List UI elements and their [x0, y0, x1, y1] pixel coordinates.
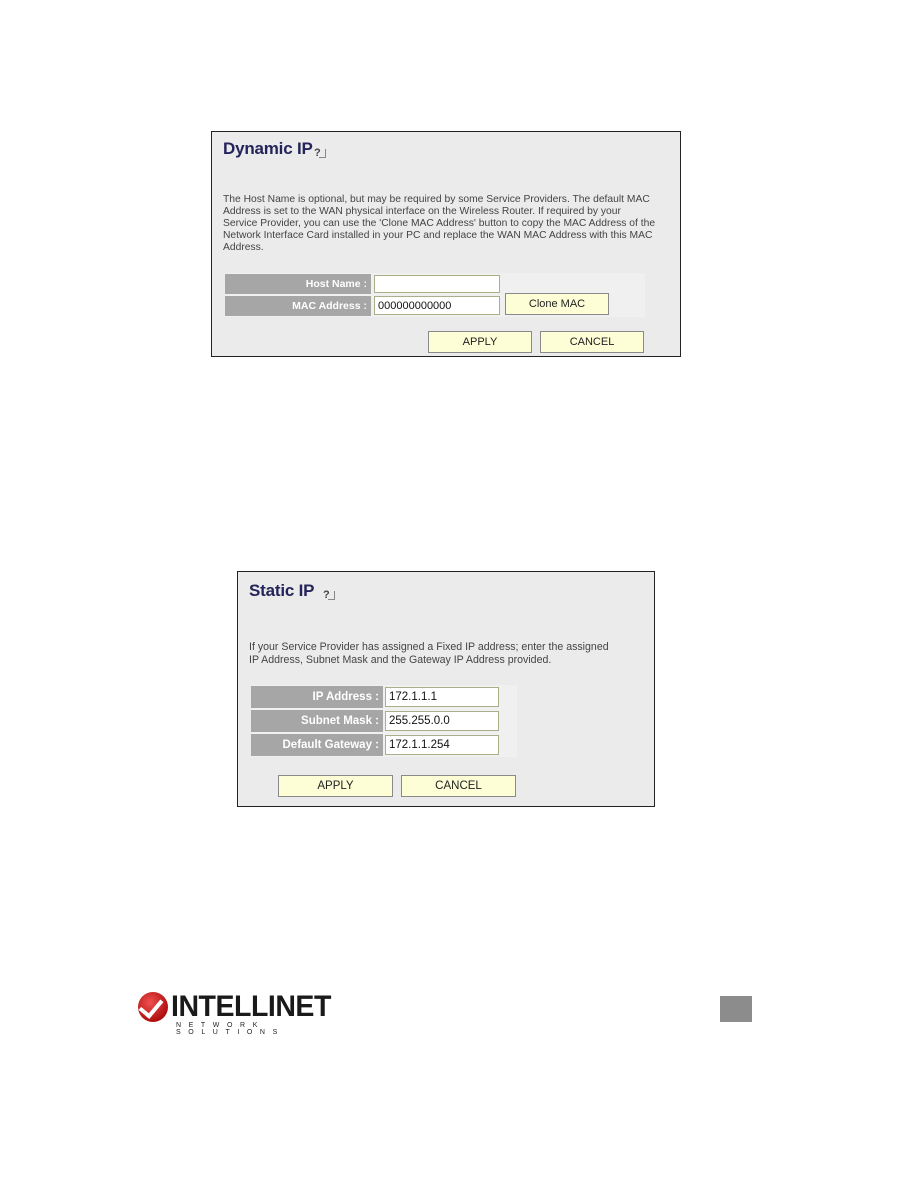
- description-line: IP Address, Subnet Mask and the Gateway …: [249, 654, 552, 666]
- default-gateway-input[interactable]: [385, 735, 499, 755]
- dynamic-ip-panel: Dynamic IP ? The Host Name is optional, …: [211, 131, 681, 357]
- description-line: Service Provider, you can use the 'Clone…: [223, 218, 656, 229]
- description-line: Address.: [223, 242, 264, 253]
- clone-mac-button[interactable]: Clone MAC: [505, 293, 609, 315]
- static-ip-panel: Static IP ? If your Service Provider has…: [237, 571, 655, 807]
- description-line: Address is set to the WAN physical inter…: [223, 206, 621, 217]
- ip-address-label: IP Address :: [251, 686, 383, 708]
- help-icon[interactable]: ?: [313, 147, 327, 159]
- description-line: If your Service Provider has assigned a …: [249, 641, 609, 653]
- intellinet-logo: INTELLINET NETWORK SOLUTIONS: [138, 990, 350, 1036]
- mac-address-input[interactable]: [374, 296, 500, 315]
- help-hook-glyph: [328, 591, 335, 600]
- dynamic-ip-description: The Host Name is optional, but may be re…: [223, 194, 678, 254]
- default-gateway-label: Default Gateway :: [251, 734, 383, 756]
- host-name-label: Host Name :: [225, 274, 371, 294]
- dynamic-ip-title: Dynamic IP: [223, 139, 313, 158]
- mac-address-label: MAC Address :: [225, 296, 371, 316]
- logo-brand: INTELLINET: [171, 990, 331, 1023]
- page-number-tab: [720, 996, 752, 1022]
- host-name-input[interactable]: [374, 275, 500, 293]
- apply-button[interactable]: APPLY: [278, 775, 393, 797]
- subnet-mask-label: Subnet Mask :: [251, 710, 383, 732]
- subnet-mask-input[interactable]: [385, 711, 499, 731]
- ip-address-input[interactable]: [385, 687, 499, 707]
- description-line: Network Interface Card installed in your…: [223, 230, 653, 241]
- checkmark-icon: [138, 992, 168, 1022]
- cancel-button[interactable]: CANCEL: [401, 775, 516, 797]
- apply-button[interactable]: APPLY: [428, 331, 532, 353]
- cancel-button[interactable]: CANCEL: [540, 331, 644, 353]
- help-icon[interactable]: ?: [322, 589, 336, 601]
- static-ip-description: If your Service Provider has assigned a …: [249, 641, 654, 667]
- logo-tagline: NETWORK SOLUTIONS: [176, 1022, 285, 1036]
- static-ip-title: Static IP: [249, 581, 315, 600]
- description-line: The Host Name is optional, but may be re…: [223, 194, 650, 205]
- help-hook-glyph: [319, 149, 326, 158]
